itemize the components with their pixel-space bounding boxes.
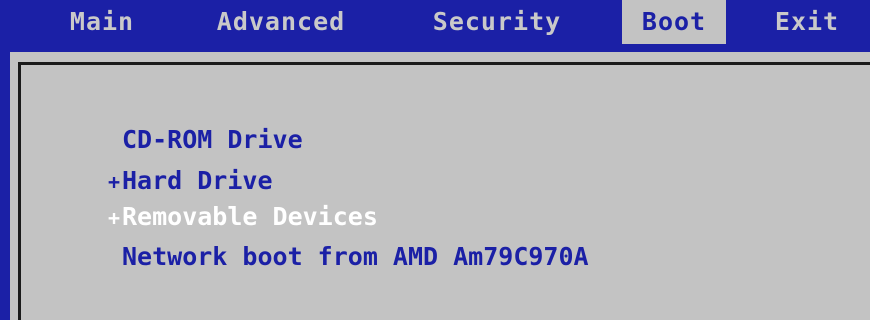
tab-exit[interactable]: Exit	[762, 0, 852, 44]
boot-item-removable-devices[interactable]: +Removable Devices	[108, 199, 378, 235]
boot-item-hard-drive[interactable]: +Hard Drive	[108, 163, 273, 199]
boot-item-label: CD-ROM Drive	[122, 125, 303, 154]
bios-screen: Main Advanced Security Boot Exit CD-ROM …	[0, 0, 870, 320]
expand-plus-icon[interactable]: +	[108, 200, 122, 236]
boot-item-label: Network boot from AMD Am79C970A	[122, 242, 589, 271]
tab-boot[interactable]: Boot	[622, 0, 726, 44]
menu-bar: Main Advanced Security Boot Exit	[10, 0, 870, 44]
expand-plus-icon[interactable]: +	[108, 164, 122, 200]
boot-item-label: Hard Drive	[122, 166, 273, 195]
tab-advanced[interactable]: Advanced	[207, 0, 355, 44]
tab-security[interactable]: Security	[422, 0, 572, 44]
tab-main[interactable]: Main	[62, 0, 142, 44]
boot-item-label: Removable Devices	[122, 202, 378, 231]
boot-panel: CD-ROM Drive +Hard Drive +Removable Devi…	[10, 52, 870, 320]
boot-item-network-boot[interactable]: Network boot from AMD Am79C970A	[108, 239, 589, 275]
boot-item-cdrom[interactable]: CD-ROM Drive	[108, 122, 303, 158]
